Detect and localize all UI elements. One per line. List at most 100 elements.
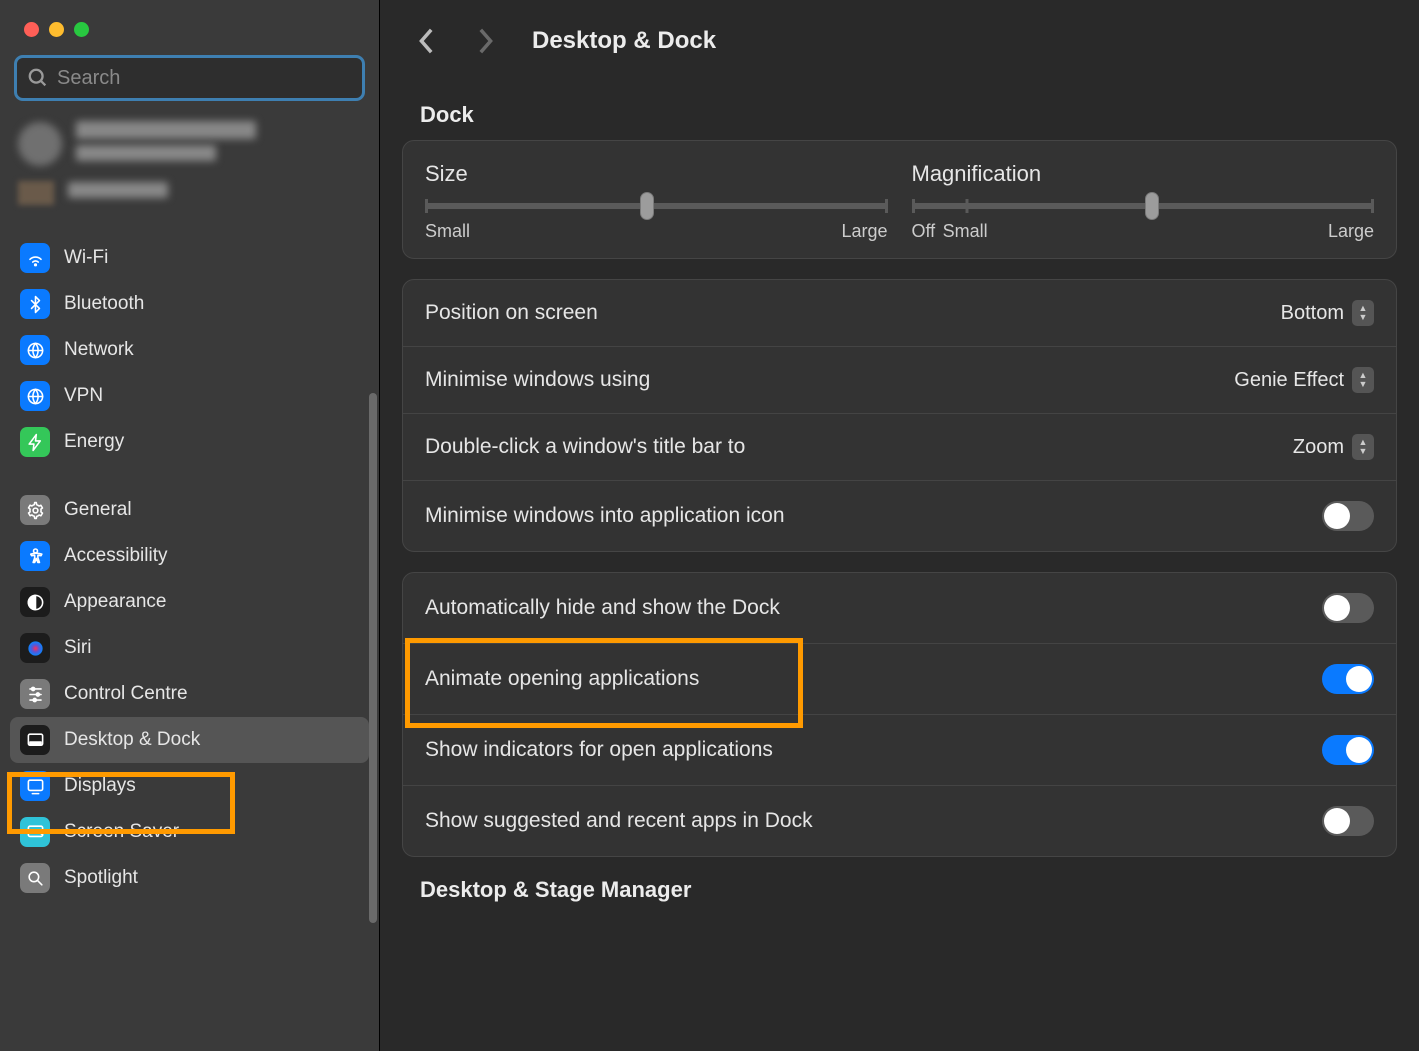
toggle-show-suggested-and-recent-apps-in-dock[interactable] [1322, 806, 1374, 836]
sidebar-item-label: Control Centre [64, 683, 188, 705]
sidebar-item-screen-saver[interactable]: Screen Saver [10, 809, 369, 855]
magnification-min-label: Small [943, 221, 988, 242]
bluetooth-icon [20, 289, 50, 319]
sidebar-item-energy[interactable]: Energy [10, 419, 369, 465]
stage-manager-section-title: Desktop & Stage Manager [420, 877, 1397, 903]
sidebar: Wi-Fi Bluetooth Network VPN Energy General Acc… [0, 0, 380, 1051]
sliders-icon [20, 679, 50, 709]
sidebar-item-control-centre[interactable]: Control Centre [10, 671, 369, 717]
setting-label: Minimise windows using [425, 368, 650, 392]
sidebar-item-network[interactable]: Network [10, 327, 369, 373]
sidebar-item-label: Wi-Fi [64, 247, 108, 269]
minimize-window-button[interactable] [49, 22, 64, 37]
gear-icon [20, 495, 50, 525]
dock-options-card-1: Position on screen Bottom ▲▼ Minimise windo… [402, 279, 1397, 552]
toggle-animate-opening-applications[interactable] [1322, 664, 1374, 694]
search-container[interactable] [14, 55, 365, 101]
family-avatar [18, 181, 54, 205]
main-header: Desktop & Dock [380, 0, 1419, 68]
avatar [18, 122, 62, 166]
toggle-minimise-windows-into-application-icon[interactable] [1322, 501, 1374, 531]
setting-label: Automatically hide and show the Dock [425, 596, 780, 620]
sidebar-item-label: Desktop & Dock [64, 729, 200, 751]
magnification-slider[interactable] [912, 203, 1375, 209]
toggle-knob [1324, 595, 1350, 621]
siri-icon [20, 633, 50, 663]
toggle-show-indicators-for-open-applications[interactable] [1322, 735, 1374, 765]
sidebar-item-label: Displays [64, 775, 136, 797]
magnification-slider-thumb[interactable] [1145, 192, 1159, 220]
setting-label: Minimise windows into application icon [425, 504, 785, 528]
setting-row: Minimise windows into application icon [403, 480, 1396, 551]
window-controls [0, 0, 379, 37]
toggle-knob [1346, 666, 1372, 692]
sidebar-item-label: Bluetooth [64, 293, 144, 315]
globe-icon [20, 335, 50, 365]
magnification-label: Magnification [912, 161, 1375, 187]
magnification-slider-block: Magnification Off Small Large [912, 161, 1375, 242]
setting-row: Double-click a window's title bar to Zoom… [403, 413, 1396, 480]
size-label: Size [425, 161, 888, 187]
sidebar-item-label: General [64, 499, 132, 521]
setting-row: Show suggested and recent apps in Dock [403, 785, 1396, 856]
sidebar-item-appearance[interactable]: Appearance [10, 579, 369, 625]
sidebar-item-label: Screen Saver [64, 821, 179, 843]
setting-row: Animate opening applications [403, 643, 1396, 714]
setting-label: Double-click a window's title bar to [425, 435, 745, 459]
back-button[interactable] [410, 24, 444, 58]
dropdown-double-click-a-window-s-title-bar-to[interactable]: Zoom▲▼ [1293, 434, 1374, 460]
dropdown-value: Genie Effect [1234, 369, 1344, 392]
sidebar-list: Wi-Fi Bluetooth Network VPN Energy General Acc… [0, 223, 379, 1051]
sidebar-item-label: Network [64, 339, 134, 361]
dock-options-card-2: Automatically hide and show the Dock Anim… [402, 572, 1397, 857]
sidebar-item-desktop-dock[interactable]: Desktop & Dock [10, 717, 369, 763]
sidebar-item-bluetooth[interactable]: Bluetooth [10, 281, 369, 327]
fullscreen-window-button[interactable] [74, 22, 89, 37]
dock-icon [20, 725, 50, 755]
setting-label: Animate opening applications [425, 667, 699, 691]
main-panel: Desktop & Dock Dock Size Small Large Mag… [380, 0, 1419, 1051]
size-slider[interactable] [425, 203, 888, 209]
dropdown-minimise-windows-using[interactable]: Genie Effect▲▼ [1234, 367, 1374, 393]
sidebar-item-displays[interactable]: Displays [10, 763, 369, 809]
search-input[interactable] [49, 67, 352, 90]
sidebar-item-label: Spotlight [64, 867, 138, 889]
globe-icon [20, 381, 50, 411]
forward-button[interactable] [468, 24, 502, 58]
setting-label: Position on screen [425, 301, 598, 325]
family-row[interactable] [18, 181, 361, 205]
sidebar-item-accessibility[interactable]: Accessibility [10, 533, 369, 579]
chevron-up-down-icon: ▲▼ [1352, 300, 1374, 326]
sidebar-item-wi-fi[interactable]: Wi-Fi [10, 235, 369, 281]
screensaver-icon [20, 817, 50, 847]
size-slider-thumb[interactable] [640, 192, 654, 220]
sidebar-item-vpn[interactable]: VPN [10, 373, 369, 419]
dropdown-position-on-screen[interactable]: Bottom ▲▼ [1281, 300, 1374, 326]
content: Dock Size Small Large Magnification [380, 68, 1419, 945]
sidebar-item-label: Appearance [64, 591, 166, 613]
chevron-up-down-icon: ▲▼ [1352, 434, 1374, 460]
dropdown-value: Bottom [1281, 302, 1344, 325]
sidebar-item-spotlight[interactable]: Spotlight [10, 855, 369, 901]
bolt-icon [20, 427, 50, 457]
size-slider-block: Size Small Large [425, 161, 888, 242]
sidebar-item-label: VPN [64, 385, 103, 407]
sidebar-item-label: Energy [64, 431, 124, 453]
size-min-label: Small [425, 221, 470, 242]
access-icon [20, 541, 50, 571]
apple-id-row[interactable] [18, 121, 361, 167]
close-window-button[interactable] [24, 22, 39, 37]
toggle-automatically-hide-and-show-the-dock[interactable] [1322, 593, 1374, 623]
sidebar-item-general[interactable]: General [10, 487, 369, 533]
appearance-icon [20, 587, 50, 617]
setting-label: Show suggested and recent apps in Dock [425, 809, 813, 833]
scrollbar-thumb[interactable] [369, 393, 377, 923]
sidebar-item-label: Accessibility [64, 545, 167, 567]
toggle-knob [1324, 808, 1350, 834]
display-icon [20, 771, 50, 801]
setting-row: Position on screen Bottom ▲▼ [403, 280, 1396, 346]
search-icon [27, 67, 49, 89]
sidebar-item-siri[interactable]: Siri [10, 625, 369, 671]
setting-label: Show indicators for open applications [425, 738, 773, 762]
account-section [0, 111, 379, 223]
